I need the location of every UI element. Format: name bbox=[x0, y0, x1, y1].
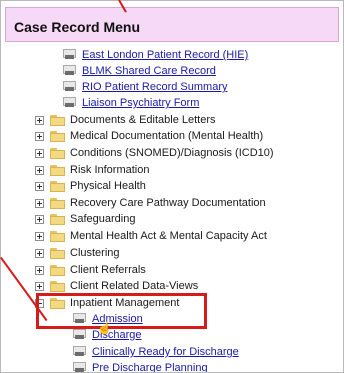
folder-icon bbox=[50, 114, 66, 126]
tree-link-label[interactable]: Pre Discharge Planning bbox=[92, 362, 208, 372]
tree-folder-referrals[interactable]: Client Referrals bbox=[35, 262, 146, 278]
tree-link-label[interactable]: BLMK Shared Care Record bbox=[82, 65, 216, 77]
folder-icon bbox=[50, 213, 66, 225]
expand-icon[interactable] bbox=[35, 248, 44, 258]
document-icon bbox=[62, 65, 78, 77]
tree-link-hie[interactable]: East London Patient Record (HIE) bbox=[62, 47, 248, 63]
tree-folder-medical[interactable]: Medical Documentation (Mental Health) bbox=[35, 128, 263, 144]
tree-folder-recovery[interactable]: Recovery Care Pathway Documentation bbox=[35, 195, 266, 211]
case-record-menu-panel: Case Record Menu East London Patient Rec… bbox=[0, 0, 344, 373]
document-icon bbox=[62, 49, 78, 61]
tree-folder-documents[interactable]: Documents & Editable Letters bbox=[35, 112, 216, 128]
tree-link-rio[interactable]: RIO Patient Record Summary bbox=[62, 79, 228, 95]
document-icon bbox=[72, 346, 88, 358]
tree-link-blmk[interactable]: BLMK Shared Care Record bbox=[62, 63, 216, 79]
tree-link-liaison[interactable]: Liaison Psychiatry Form bbox=[62, 95, 199, 111]
folder-icon bbox=[50, 230, 66, 242]
document-icon bbox=[72, 329, 88, 341]
expand-icon[interactable] bbox=[35, 115, 44, 125]
expand-icon[interactable] bbox=[35, 265, 44, 275]
tree-folder-dataviews[interactable]: Client Related Data-Views bbox=[35, 278, 198, 294]
tree-folder-label[interactable]: Conditions (SNOMED)/Diagnosis (ICD10) bbox=[70, 147, 274, 159]
tree-link-pre-discharge[interactable]: Pre Discharge Planning bbox=[72, 360, 208, 372]
tree-link-label[interactable]: East London Patient Record (HIE) bbox=[82, 49, 248, 61]
document-icon bbox=[62, 81, 78, 93]
tree-folder-label[interactable]: Physical Health bbox=[70, 180, 146, 192]
tree-folder-physical[interactable]: Physical Health bbox=[35, 178, 146, 194]
tree-folder-label[interactable]: Medical Documentation (Mental Health) bbox=[70, 130, 263, 142]
hand-cursor-icon: ☝ bbox=[97, 321, 112, 335]
tree-folder-label[interactable]: Safeguarding bbox=[70, 213, 135, 225]
tree-folder-label[interactable]: Documents & Editable Letters bbox=[70, 114, 216, 126]
folder-icon bbox=[50, 264, 66, 276]
expand-icon[interactable] bbox=[35, 181, 44, 191]
tree-folder-mha[interactable]: Mental Health Act & Mental Capacity Act bbox=[35, 228, 267, 244]
folder-icon bbox=[50, 164, 66, 176]
folder-icon bbox=[50, 180, 66, 192]
folder-icon bbox=[50, 147, 66, 159]
document-icon bbox=[62, 97, 78, 109]
document-icon bbox=[72, 362, 88, 372]
folder-icon bbox=[50, 130, 66, 142]
tree-folder-risk[interactable]: Risk Information bbox=[35, 162, 149, 178]
expand-icon[interactable] bbox=[35, 198, 44, 208]
tree-folder-conditions[interactable]: Conditions (SNOMED)/Diagnosis (ICD10) bbox=[35, 145, 274, 161]
tree-folder-label[interactable]: Mental Health Act & Mental Capacity Act bbox=[70, 230, 267, 242]
expand-icon[interactable] bbox=[35, 231, 44, 241]
tree-folder-label[interactable]: Risk Information bbox=[70, 164, 149, 176]
expand-icon[interactable] bbox=[35, 165, 44, 175]
expand-icon[interactable] bbox=[35, 281, 44, 291]
tree-folder-safeguarding[interactable]: Safeguarding bbox=[35, 211, 135, 227]
expand-icon[interactable] bbox=[35, 131, 44, 141]
highlight-box bbox=[36, 293, 207, 329]
tree-link-label[interactable]: Liaison Psychiatry Form bbox=[82, 97, 199, 109]
tree-folder-label[interactable]: Recovery Care Pathway Documentation bbox=[70, 197, 266, 209]
tree-link-label[interactable]: Clinically Ready for Discharge bbox=[92, 346, 239, 358]
tree-folder-label[interactable]: Client Related Data-Views bbox=[70, 280, 198, 292]
folder-icon bbox=[50, 247, 66, 259]
tree-folder-label[interactable]: Clustering bbox=[70, 247, 120, 259]
tree-folder-clustering[interactable]: Clustering bbox=[35, 245, 120, 261]
expand-icon[interactable] bbox=[35, 214, 44, 224]
folder-icon bbox=[50, 280, 66, 292]
expand-icon[interactable] bbox=[35, 148, 44, 158]
tree-link-label[interactable]: RIO Patient Record Summary bbox=[82, 81, 228, 93]
folder-icon bbox=[50, 197, 66, 209]
tree-folder-label[interactable]: Client Referrals bbox=[70, 264, 146, 276]
tree-link-clinically-ready[interactable]: Clinically Ready for Discharge bbox=[72, 344, 239, 360]
